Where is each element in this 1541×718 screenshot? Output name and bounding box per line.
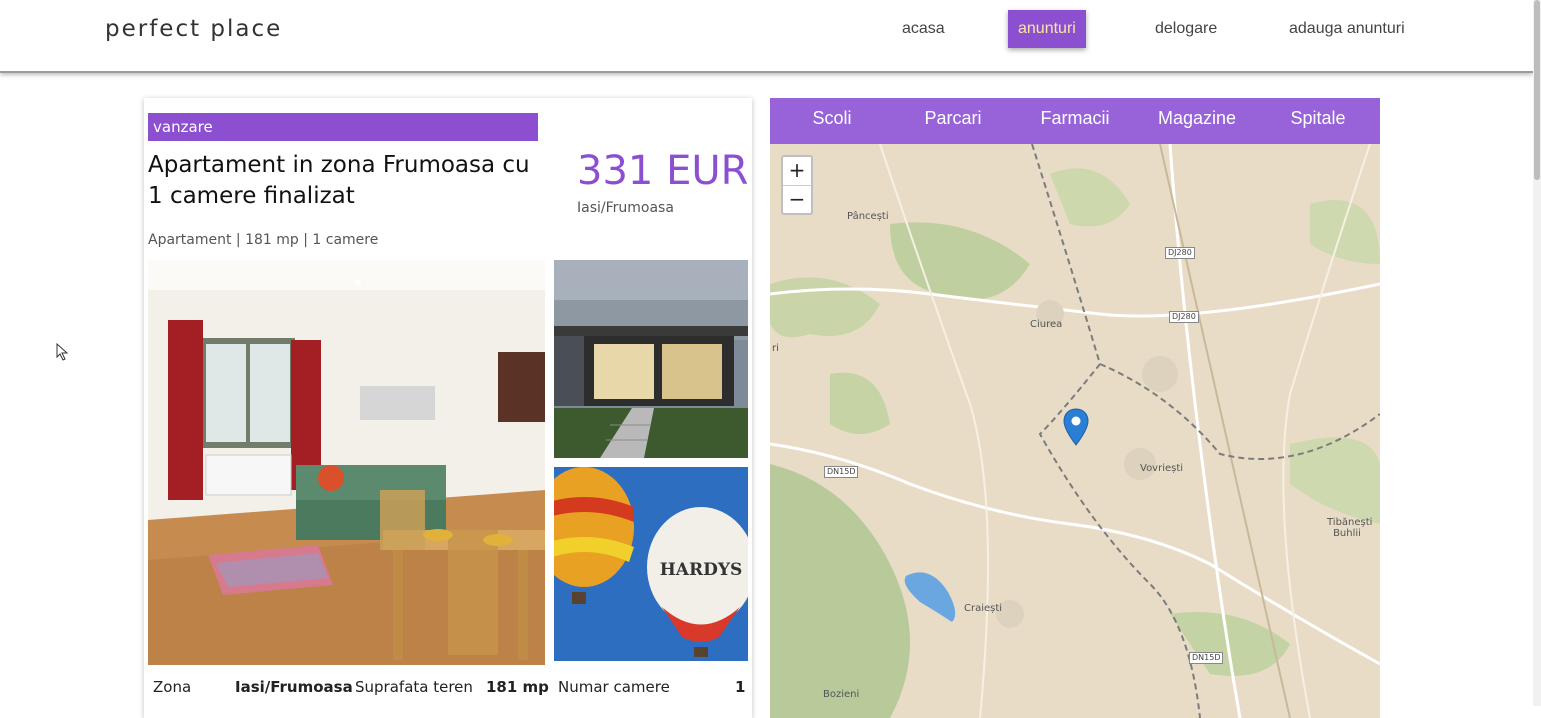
map-place-label: Bozieni xyxy=(823,689,860,700)
map-road-label: DJ280 xyxy=(1169,311,1199,323)
listing-details-row: Zona Iasi/Frumoasa Suprafata teren 181 m… xyxy=(144,678,752,702)
tab-spitale[interactable]: Spitale xyxy=(1278,98,1358,144)
listing-photo-house[interactable] xyxy=(554,260,748,458)
nav-delogare[interactable]: delogare xyxy=(1145,10,1227,48)
map-road-label: DN15D xyxy=(1189,652,1224,664)
listing-location: Iasi/Frumoasa xyxy=(577,200,674,216)
map-place-label: ri xyxy=(772,343,779,354)
detail-camere-value: 1 xyxy=(735,678,746,696)
map-place-label: Ciurea xyxy=(1030,319,1063,330)
listing-type-badge: vanzare xyxy=(148,113,538,141)
tab-parcari[interactable]: Parcari xyxy=(910,98,996,144)
map-road-label: DN15D xyxy=(824,466,859,478)
map-place-label: Pâncești xyxy=(847,211,889,222)
listing-price: 331 EUR xyxy=(577,148,749,194)
listing-photo-main[interactable] xyxy=(148,260,545,665)
map-road-label: DJ280 xyxy=(1165,247,1195,259)
listing-meta: Apartament | 181 mp | 1 camere xyxy=(148,232,379,248)
nav-acasa[interactable]: acasa xyxy=(892,10,955,48)
map-place-label: Vovriești xyxy=(1140,463,1184,474)
map-zoom-control: + − xyxy=(781,155,813,215)
map-panel: Scoli Parcari Farmacii Magazine Spitale xyxy=(770,98,1380,718)
map-marker-icon[interactable] xyxy=(1063,408,1089,446)
nav-adauga-anunturi[interactable]: adauga anunturi xyxy=(1279,10,1415,48)
map-view[interactable]: + − Pâncești Ciurea Vovriești Tibănești … xyxy=(770,144,1380,718)
listing-title: Apartament in zona Frumoasa cu 1 camere … xyxy=(148,152,530,209)
mouse-cursor-icon xyxy=(56,343,69,361)
page-scrollbar[interactable] xyxy=(1533,0,1541,706)
map-place-label: Craiești xyxy=(964,603,1003,614)
brand-logo[interactable]: perfect place xyxy=(105,16,282,42)
tab-scoli[interactable]: Scoli xyxy=(790,98,874,144)
tab-farmacii[interactable]: Farmacii xyxy=(1032,98,1118,144)
listing-card: vanzare Apartament in zona Frumoasa cu 1… xyxy=(144,98,752,718)
detail-camere-label: Numar camere xyxy=(558,678,670,696)
scrollbar-thumb[interactable] xyxy=(1534,0,1540,180)
map-place-label: Tibănești Buhlii xyxy=(1327,517,1373,539)
tab-magazine[interactable]: Magazine xyxy=(1150,98,1244,144)
balloon-brand-text: HARDYS xyxy=(660,560,743,580)
detail-zona-label: Zona xyxy=(153,678,192,696)
nav-anunturi[interactable]: anunturi xyxy=(1008,10,1086,48)
zoom-in-button[interactable]: + xyxy=(783,157,811,186)
detail-suprafata-label: Suprafata teren xyxy=(355,678,473,696)
top-header: perfect place acasa anunturi delogare ad… xyxy=(0,0,1533,73)
detail-suprafata-value: 181 mp xyxy=(486,678,549,696)
map-category-tabs: Scoli Parcari Farmacii Magazine Spitale xyxy=(770,98,1380,144)
detail-zona-value: Iasi/Frumoasa xyxy=(235,678,353,696)
zoom-out-button[interactable]: − xyxy=(783,186,811,214)
listing-photo-balloons[interactable]: HARDYS xyxy=(554,467,748,661)
